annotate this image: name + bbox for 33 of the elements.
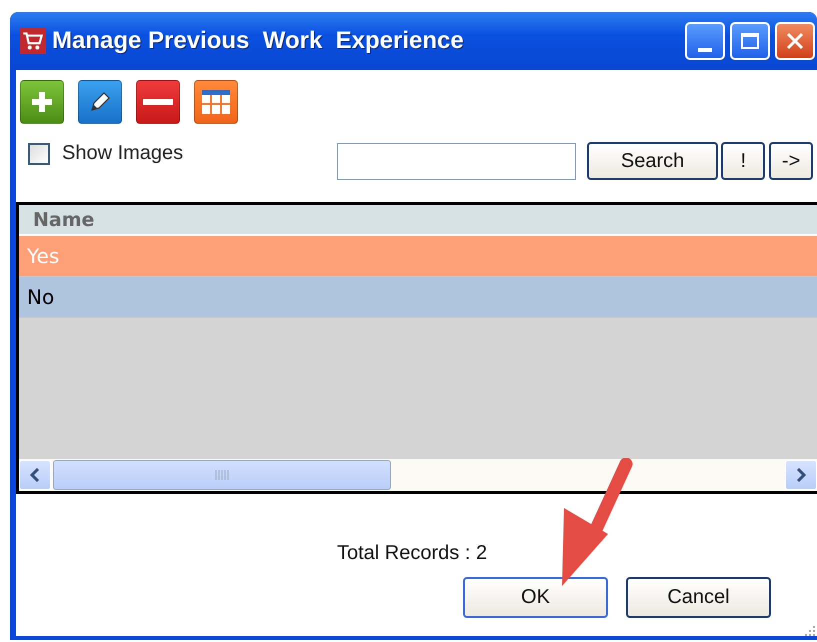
ok-button[interactable]: OK bbox=[463, 577, 608, 618]
search-button[interactable]: Search bbox=[586, 142, 718, 180]
chevron-left-icon bbox=[30, 468, 40, 482]
scroll-right-button[interactable] bbox=[785, 460, 817, 490]
add-button[interactable] bbox=[20, 80, 64, 124]
column-header[interactable]: Name bbox=[19, 208, 94, 230]
cart-icon bbox=[20, 28, 46, 54]
horizontal-scrollbar[interactable] bbox=[19, 459, 817, 491]
maximize-icon bbox=[741, 33, 759, 49]
close-icon bbox=[786, 32, 804, 50]
chevron-right-icon bbox=[796, 468, 806, 482]
checkbox[interactable] bbox=[28, 142, 50, 164]
checkbox-label: Show Images bbox=[62, 142, 184, 165]
table-row[interactable]: No bbox=[19, 277, 817, 318]
scroll-thumb[interactable] bbox=[53, 460, 391, 490]
minimize-icon bbox=[698, 48, 712, 52]
total-records-text: Total Records : 2 bbox=[337, 542, 488, 565]
table-icon bbox=[202, 90, 230, 114]
search-option-button[interactable]: -> bbox=[769, 142, 813, 180]
cancel-button[interactable]: Cancel bbox=[626, 577, 771, 618]
search-option-button[interactable]: ! bbox=[721, 142, 766, 180]
minimize-button[interactable] bbox=[685, 22, 725, 60]
close-button[interactable] bbox=[775, 22, 815, 60]
grip-icon bbox=[215, 470, 229, 480]
edit-button[interactable] bbox=[78, 80, 122, 124]
plus-icon bbox=[30, 90, 54, 114]
scroll-left-button[interactable] bbox=[19, 460, 51, 490]
delete-button[interactable] bbox=[136, 80, 180, 124]
maximize-button[interactable] bbox=[730, 22, 770, 60]
grid-button[interactable] bbox=[194, 80, 238, 124]
window-title: Manage Previous Work Experience bbox=[52, 27, 464, 55]
search-field[interactable] bbox=[336, 142, 576, 180]
minus-icon bbox=[143, 99, 173, 105]
